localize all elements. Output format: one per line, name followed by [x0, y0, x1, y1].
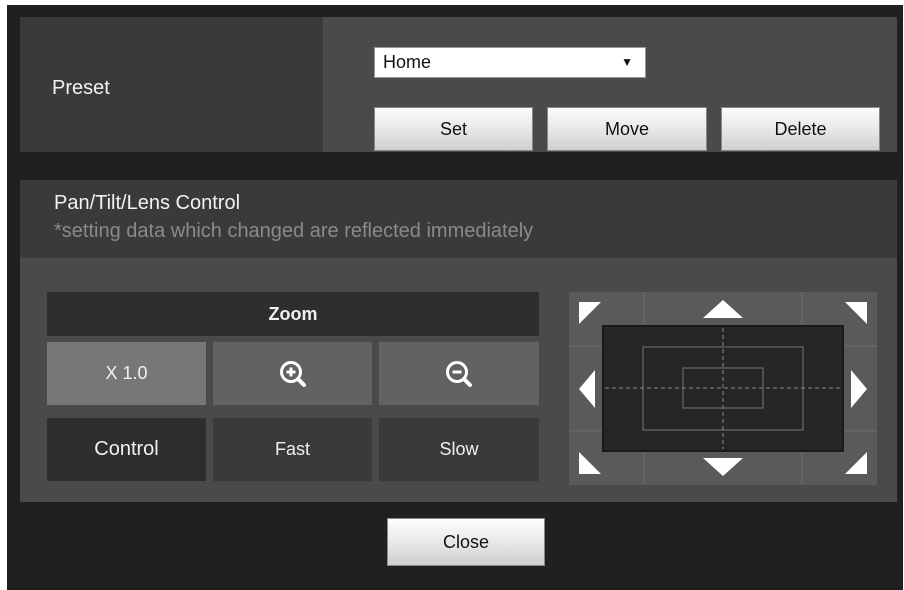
ptz-dialog: Preset Home ▼ Set Move Delete Pan/Tilt/L… — [7, 5, 903, 590]
dropdown-caret-icon: ▼ — [621, 55, 633, 69]
arrow-down-left-icon[interactable] — [579, 452, 601, 474]
ptz-pad-graphic — [569, 292, 877, 485]
arrow-right-icon[interactable] — [851, 370, 867, 408]
ptz-title: Pan/Tilt/Lens Control — [54, 192, 241, 214]
preset-dropdown[interactable]: Home ▼ — [374, 47, 646, 78]
close-button[interactable]: Close — [387, 518, 545, 566]
preset-label: Preset — [52, 77, 110, 99]
ptz-note: *setting data which changed are reflecte… — [54, 220, 534, 242]
preset-panel: Preset Home ▼ Set Move Delete — [20, 17, 897, 152]
ptz-direction-pad — [569, 292, 877, 485]
speed-fast-button[interactable]: Fast — [213, 418, 372, 481]
preset-label-area: Preset — [20, 17, 320, 152]
arrow-down-icon[interactable] — [703, 458, 743, 476]
control-label: Control — [47, 418, 206, 481]
zoom-in-button[interactable] — [213, 342, 372, 405]
zoom-header: Zoom — [47, 292, 539, 336]
preset-delete-button[interactable]: Delete — [721, 107, 880, 151]
arrow-up-right-icon[interactable] — [845, 302, 867, 324]
zoom-out-button[interactable] — [379, 342, 539, 405]
arrow-down-right-icon[interactable] — [845, 452, 867, 474]
speed-slow-button[interactable]: Slow — [379, 418, 539, 481]
arrow-up-icon[interactable] — [703, 300, 743, 318]
zoom-value: X 1.0 — [47, 342, 206, 405]
preset-move-button[interactable]: Move — [547, 107, 707, 151]
preset-selected-value: Home — [383, 52, 432, 72]
zoom-in-icon — [279, 360, 306, 387]
zoom-out-icon — [446, 360, 472, 387]
ptz-panel: Pan/Tilt/Lens Control *setting data whic… — [20, 180, 897, 502]
preset-set-button[interactable]: Set — [374, 107, 533, 151]
arrow-left-icon[interactable] — [579, 370, 595, 408]
ptz-header: Pan/Tilt/Lens Control *setting data whic… — [20, 180, 897, 258]
arrow-up-left-icon[interactable] — [579, 302, 601, 324]
